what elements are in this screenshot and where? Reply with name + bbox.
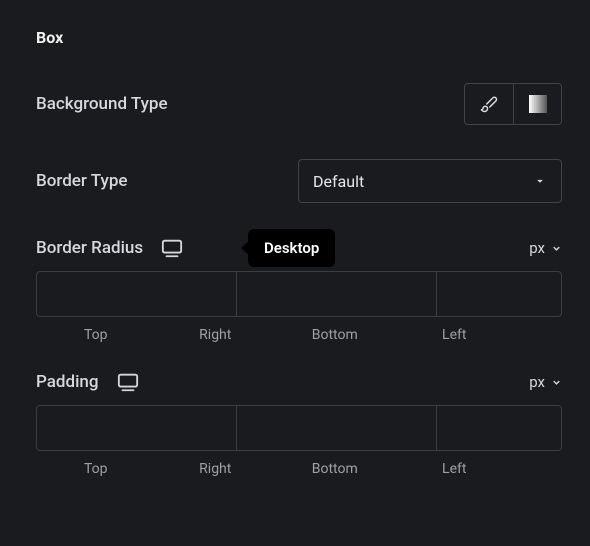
device-tooltip: Desktop	[248, 229, 335, 267]
desktop-icon	[117, 371, 139, 393]
padding-top-input[interactable]	[37, 406, 237, 450]
padding-side-labels: Top Right Bottom Left	[36, 461, 562, 477]
side-label-right: Right	[156, 461, 276, 477]
padding-header: Padding px	[36, 371, 562, 393]
border-type-row: Border Type Default	[36, 159, 562, 203]
side-label-left: Left	[395, 461, 515, 477]
chevron-down-icon	[551, 377, 562, 388]
side-label-left: Left	[395, 327, 515, 343]
padding-right-input[interactable]	[237, 406, 437, 450]
background-type-group	[464, 83, 562, 125]
border-type-select[interactable]: Default	[298, 159, 562, 203]
border-radius-top-input[interactable]	[37, 272, 237, 316]
caret-down-icon	[533, 174, 547, 188]
padding-unit-select[interactable]: px	[529, 373, 562, 391]
padding-label: Padding	[36, 372, 99, 392]
border-radius-inputs	[36, 271, 562, 317]
responsive-switcher[interactable]	[117, 371, 139, 393]
side-label-top: Top	[36, 327, 156, 343]
side-label-top: Top	[36, 461, 156, 477]
section-title: Box	[36, 28, 562, 47]
border-radius-label: Border Radius	[36, 238, 143, 258]
border-radius-header: Border Radius Desktop px	[36, 237, 562, 259]
padding-inputs	[36, 405, 562, 451]
border-radius-unit-select[interactable]: px	[529, 239, 562, 257]
side-label-right: Right	[156, 327, 276, 343]
side-label-bottom: Bottom	[275, 327, 395, 343]
border-type-value: Default	[313, 172, 364, 191]
bg-type-classic-button[interactable]	[465, 84, 513, 124]
side-label-bottom: Bottom	[275, 461, 395, 477]
padding-bottom-input[interactable]	[437, 406, 562, 450]
border-type-label: Border Type	[36, 171, 127, 191]
responsive-switcher[interactable]	[161, 237, 183, 259]
background-type-row: Background Type	[36, 83, 562, 125]
background-type-label: Background Type	[36, 94, 168, 114]
chevron-down-icon	[551, 243, 562, 254]
unit-label: px	[529, 239, 545, 257]
unit-label: px	[529, 373, 545, 391]
border-radius-bottom-input[interactable]	[437, 272, 562, 316]
brush-icon	[480, 95, 498, 113]
bg-type-gradient-button[interactable]	[513, 84, 561, 124]
desktop-icon	[161, 237, 183, 259]
border-radius-right-input[interactable]	[237, 272, 437, 316]
gradient-icon	[529, 95, 547, 113]
border-radius-side-labels: Top Right Bottom Left	[36, 327, 562, 343]
